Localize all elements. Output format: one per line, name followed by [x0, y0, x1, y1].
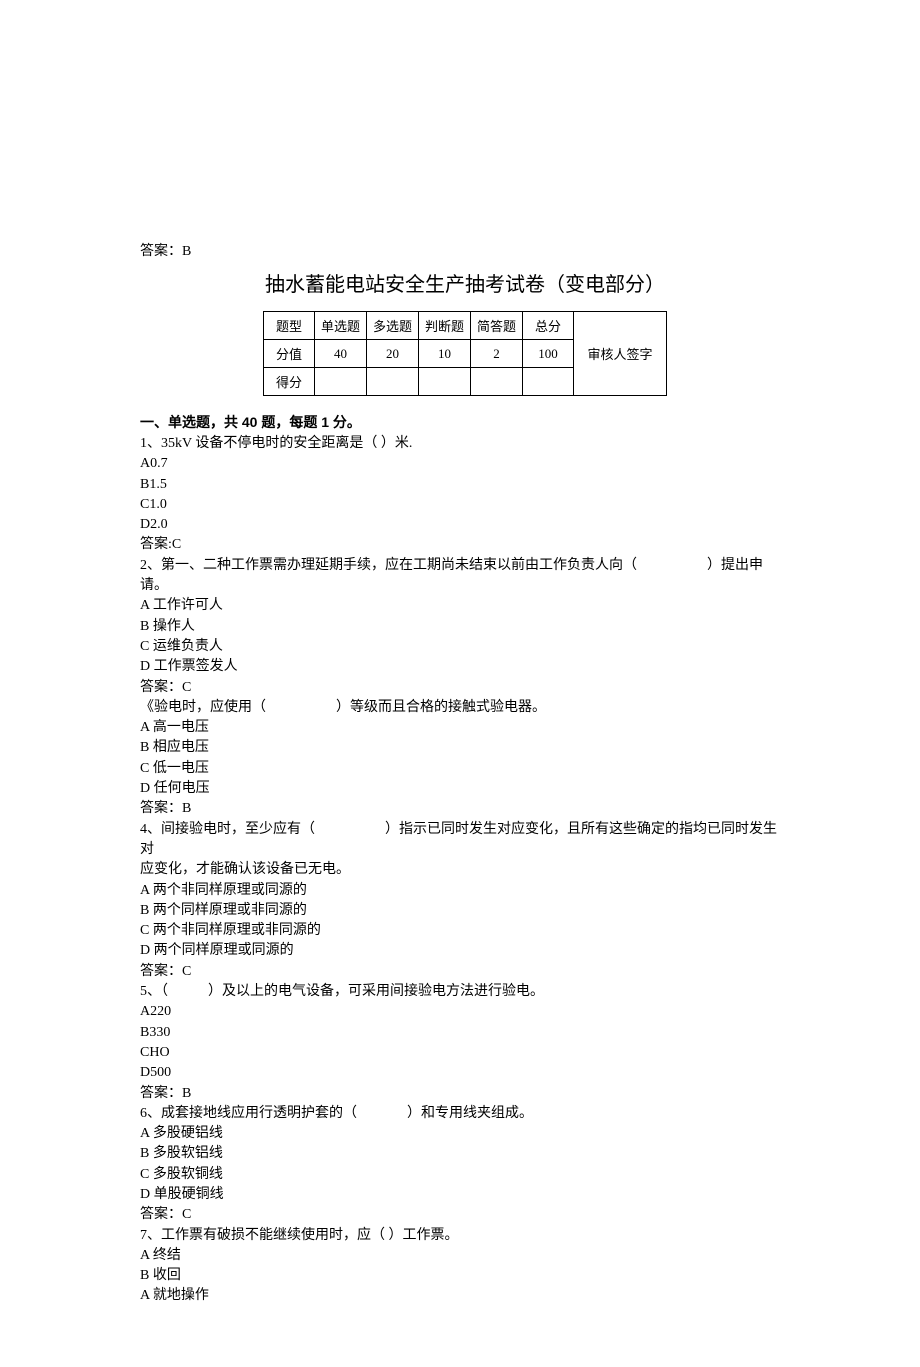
- q4-stem-line1: 4、间接验电时，至少应有（）指示已同时发生对应变化，且所有这些确定的指均已同时发…: [140, 820, 790, 861]
- q6-option-d: D 单股硬铜线: [140, 1185, 790, 1205]
- q1-option-a: A0.7: [140, 454, 790, 474]
- q6-option-b: B 多股软铝线: [140, 1144, 790, 1164]
- q3-option-a: A 高一电压: [140, 718, 790, 738]
- q6-option-a: A 多股硬铝线: [140, 1124, 790, 1144]
- score-table: 题型 单选题 多选题 判断题 简答题 总分 审核人签字 分值 40 20 10 …: [263, 311, 667, 396]
- q3-stem-post: ）等级而且合格的接触式验电器。: [336, 700, 546, 715]
- q7-option-b: B 收回: [140, 1266, 790, 1286]
- q4-stem-pre: 4、间接验电时，至少应有（: [140, 822, 315, 837]
- exam-page: 答案：B 抽水蓄能电站安全生产抽考试卷（变电部分） 题型 单选题 多选题 判断题…: [0, 0, 920, 1367]
- q5-stem-post: ）及以上的电气设备，可采用间接验电方法进行验电。: [208, 984, 544, 999]
- q5-option-d: D500: [140, 1063, 790, 1083]
- score-table-header: 多选题: [366, 312, 418, 340]
- q4-option-d: D 两个同样原理或同源的: [140, 941, 790, 961]
- q7-option-c: A 就地操作: [140, 1286, 790, 1306]
- q5-option-c: CHO: [140, 1043, 790, 1063]
- q7-stem: 7、工作票有破损不能继续使用时，应（ ）工作票。: [140, 1226, 790, 1246]
- q3-stem-pre: 《验电时，应使用（: [140, 700, 266, 715]
- q4-option-b: B 两个同样原理或非同源的: [140, 901, 790, 921]
- q1-answer: 答案:C: [140, 535, 790, 555]
- q2-stem: 2、第一、二种工作票需办理延期手续，应在工期尚未结束以前由工作负责人向（）提出申…: [140, 556, 790, 597]
- score-table-cell: [314, 368, 366, 396]
- score-table-cell: [523, 368, 574, 396]
- score-table-cell: 2: [471, 340, 523, 368]
- q6-stem-pre: 6、成套接地线应用行透明护套的（: [140, 1106, 357, 1121]
- q6-stem-post: ）和专用线夹组成。: [407, 1106, 533, 1121]
- score-table-header-sign: 审核人签字: [574, 312, 667, 396]
- score-table-header: 判断题: [419, 312, 471, 340]
- q4-answer: 答案：C: [140, 962, 790, 982]
- q1-option-c: C1.0: [140, 495, 790, 515]
- section-1-header: 一、单选题，共 40 题，每题 1 分。: [140, 412, 790, 432]
- q2-answer: 答案：C: [140, 678, 790, 698]
- q2-option-b: B 操作人: [140, 617, 790, 637]
- q4-option-c: C 两个非同样原理或非同源的: [140, 921, 790, 941]
- score-table-header: 题型: [263, 312, 314, 340]
- q2-option-a: A 工作许可人: [140, 596, 790, 616]
- q2-stem-pre: 2、第一、二种工作票需办理延期手续，应在工期尚未结束以前由工作负责人向（: [140, 558, 637, 573]
- score-table-cell: 分值: [263, 340, 314, 368]
- q3-option-d: D 任何电压: [140, 779, 790, 799]
- score-table-cell: 20: [366, 340, 418, 368]
- q4-option-a: A 两个非同样原理或同源的: [140, 881, 790, 901]
- score-table-header: 总分: [523, 312, 574, 340]
- top-answer: 答案：B: [140, 240, 790, 260]
- q7-option-a: A 终结: [140, 1246, 790, 1266]
- q6-answer: 答案：C: [140, 1205, 790, 1225]
- q1-option-d: D2.0: [140, 515, 790, 535]
- score-table-cell: 40: [314, 340, 366, 368]
- q6-option-c: C 多股软铜线: [140, 1165, 790, 1185]
- q5-stem: 5、（ ）及以上的电气设备，可采用间接验电方法进行验电。: [140, 982, 790, 1002]
- q5-answer: 答案：B: [140, 1084, 790, 1104]
- q5-stem-pre: 5、（: [140, 984, 168, 999]
- score-table-cell: [366, 368, 418, 396]
- score-table-header-row: 题型 单选题 多选题 判断题 简答题 总分 审核人签字: [263, 312, 666, 340]
- q3-stem: 《验电时，应使用（ ）等级而且合格的接触式验电器。: [140, 698, 790, 718]
- q1-option-b: B1.5: [140, 475, 790, 495]
- exam-title: 抽水蓄能电站安全生产抽考试卷（变电部分）: [140, 268, 790, 297]
- score-table-cell: [471, 368, 523, 396]
- q6-stem: 6、成套接地线应用行透明护套的（ ）和专用线夹组成。: [140, 1104, 790, 1124]
- q5-option-a: A220: [140, 1002, 790, 1022]
- score-table-cell: 10: [419, 340, 471, 368]
- score-table-header: 简答题: [471, 312, 523, 340]
- q2-option-d: D 工作票签发人: [140, 657, 790, 677]
- score-table-cell: 得分: [263, 368, 314, 396]
- q1-stem: 1、35kV 设备不停电时的安全距离是（ ）米.: [140, 434, 790, 454]
- q3-option-c: C 低一电压: [140, 759, 790, 779]
- q4-stem-line2: 应变化，才能确认该设备已无电。: [140, 860, 790, 880]
- q2-option-c: C 运维负责人: [140, 637, 790, 657]
- q3-option-b: B 相应电压: [140, 738, 790, 758]
- score-table-cell: [419, 368, 471, 396]
- q3-answer: 答案：B: [140, 799, 790, 819]
- q5-option-b: B330: [140, 1023, 790, 1043]
- score-table-header: 单选题: [314, 312, 366, 340]
- score-table-cell: 100: [523, 340, 574, 368]
